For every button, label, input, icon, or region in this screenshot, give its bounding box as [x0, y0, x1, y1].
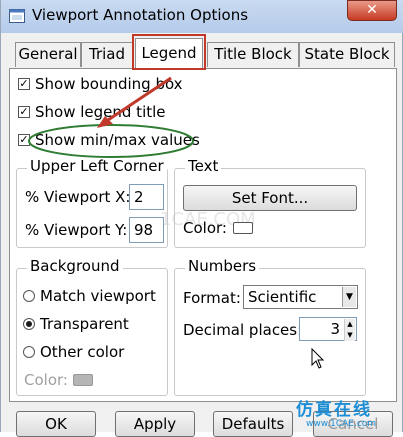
show-min-max-option[interactable]: ✓ Show min/max values [18, 130, 200, 150]
apply-button[interactable]: Apply [115, 411, 195, 437]
app-icon [9, 9, 25, 23]
title-bar: Viewport Annotation Options ✕ [1, 0, 403, 33]
watermark-url: www.1CAE.com [306, 419, 377, 429]
dialog-window: Viewport Annotation Options ✕ General Tr… [0, 0, 403, 437]
match-viewport-radio[interactable] [23, 290, 35, 302]
window-title: Viewport Annotation Options [32, 6, 249, 24]
show-legend-title-checkbox[interactable]: ✓ [18, 106, 30, 118]
viewport-x-input[interactable]: 2 [129, 184, 164, 210]
show-legend-title-option[interactable]: ✓ Show legend title [18, 102, 166, 122]
tab-highlight-box [132, 34, 206, 70]
ok-button[interactable]: OK [16, 411, 96, 437]
decimal-places-label: Decimal places: [183, 321, 303, 339]
show-min-max-checkbox[interactable]: ✓ [18, 134, 30, 146]
tab-title-block[interactable]: Title Block [207, 42, 299, 67]
stepper-arrows[interactable]: ▲ ▼ [344, 319, 355, 341]
background-group-title: Background [27, 257, 123, 275]
watermark-logo: 仿真在线 [296, 400, 372, 420]
text-group-title: Text [185, 157, 222, 175]
defaults-button[interactable]: Defaults [213, 411, 293, 437]
tab-triad[interactable]: Triad [81, 42, 133, 67]
tab-general[interactable]: General [15, 42, 81, 67]
transparent-option[interactable]: Transparent [23, 315, 129, 333]
text-color-swatch[interactable] [233, 222, 253, 234]
show-bounding-box-checkbox[interactable]: ✓ [18, 78, 30, 90]
other-color-radio[interactable] [23, 346, 35, 358]
decimal-places-stepper[interactable]: 3 ▲ ▼ [299, 317, 357, 341]
numbers-group-title: Numbers [185, 257, 260, 275]
background-color-swatch [73, 374, 93, 386]
show-bounding-box-option[interactable]: ✓ Show bounding box [18, 74, 183, 94]
close-button[interactable]: ✕ [347, 0, 397, 21]
viewport-y-label: % Viewport Y: [25, 221, 128, 239]
format-select[interactable]: Scientific ▼ [243, 285, 358, 309]
chevron-down-icon: ▼ [342, 287, 356, 307]
match-viewport-option[interactable]: Match viewport [23, 287, 156, 305]
upper-left-corner-title: Upper Left Corner [27, 157, 167, 175]
tab-state-block[interactable]: State Block [299, 42, 395, 67]
other-color-option[interactable]: Other color [23, 343, 124, 361]
text-color-label: Color: [183, 219, 227, 237]
close-icon: ✕ [366, 2, 378, 18]
background-color-label: Color: [24, 371, 68, 389]
viewport-y-input[interactable]: 98 [129, 217, 164, 243]
set-font-button[interactable]: Set Font... [183, 185, 357, 211]
viewport-x-label: % Viewport X: [25, 188, 131, 206]
transparent-radio[interactable] [23, 318, 35, 330]
format-label: Format: [183, 289, 241, 307]
